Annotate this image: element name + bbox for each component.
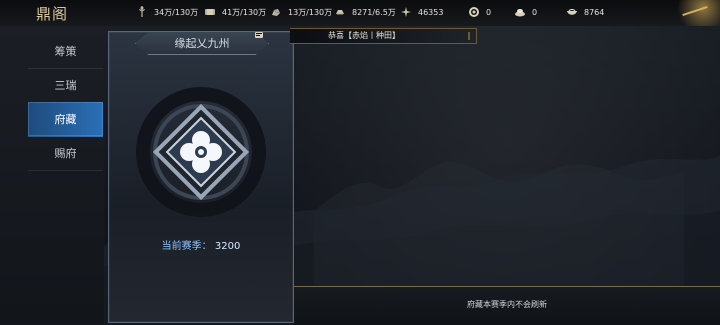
card-haze [109,202,293,322]
season-info: 当前赛季： 3200 [109,237,293,252]
ore-icon [272,9,281,16]
resource-coin-text: 0 [486,7,492,17]
resource-ingot[interactable]: 8271/6.5万 [334,6,396,18]
nav-item-sanrui[interactable]: 三瑞 [28,68,103,103]
fuzang-emblem [136,87,266,217]
token-icon [401,7,411,17]
nav-item-label: 筹策 [54,45,77,58]
resource-scroll-text: 41万/130万 [222,7,267,17]
bottom-info-text: 府藏本赛季内不会刷新 [467,300,547,309]
resource-bowl-text: 8764 [584,7,605,17]
coin-icon [469,7,479,17]
notice-icon [255,32,263,38]
notice-text: 恭喜【赤焰丨种田】 [328,31,400,40]
resource-wheat-text: 34万/130万 [154,7,199,17]
season-label: 当前赛季： [161,241,212,252]
nav-item-cifu[interactable]: 赐府 [28,136,103,171]
resource-wheat[interactable]: 34万/130万 [136,6,198,18]
notice-bar[interactable]: 恭喜【赤焰丨种田】 [255,28,477,44]
resource-token[interactable]: 46353 [400,6,443,18]
resource-ore-text: 13万/130万 [288,7,333,17]
bowl-icon [567,9,577,15]
nav-item-label: 府藏 [54,113,77,126]
season-value: 3200 [214,241,241,252]
ingot-icon [336,10,344,15]
scroll-icon [205,9,215,15]
fuzang-card: 缘起乂九州 当前赛季： 3200 [108,31,294,323]
resource-ore[interactable]: 13万/130万 [270,6,332,18]
wheat-icon [139,6,145,17]
nav-item-fuzang[interactable]: 府藏 [28,102,103,137]
silver-icon [515,9,525,17]
resource-silver-text: 0 [532,7,538,17]
nav-item-label: 赐府 [54,147,77,160]
notice-scroll-icon [468,32,470,40]
top-resource-bar: 鼎阁 34万/130万 41万/130万 13万/130万 8271/6.5万 [0,0,720,27]
bottom-info-bar: 府藏本赛季内不会刷新 [294,286,720,325]
resource-bowl[interactable]: 8764 [566,6,604,18]
top-right-ornament [664,0,720,26]
resource-scroll[interactable]: 41万/130万 [204,6,266,18]
game-logo: 鼎阁 [36,5,69,23]
left-nav: 筹策 三瑞 府藏 赐府 [0,26,105,324]
card-title: 缘起乂九州 [135,32,269,55]
resource-ingot-text: 8271/6.5万 [352,7,396,17]
resource-token-text: 46353 [418,7,444,17]
resource-coin[interactable]: 0 [468,6,491,18]
nav-item-chouce[interactable]: 筹策 [28,34,103,69]
nav-item-label: 三瑞 [54,79,77,92]
resource-silver[interactable]: 0 [514,6,537,18]
